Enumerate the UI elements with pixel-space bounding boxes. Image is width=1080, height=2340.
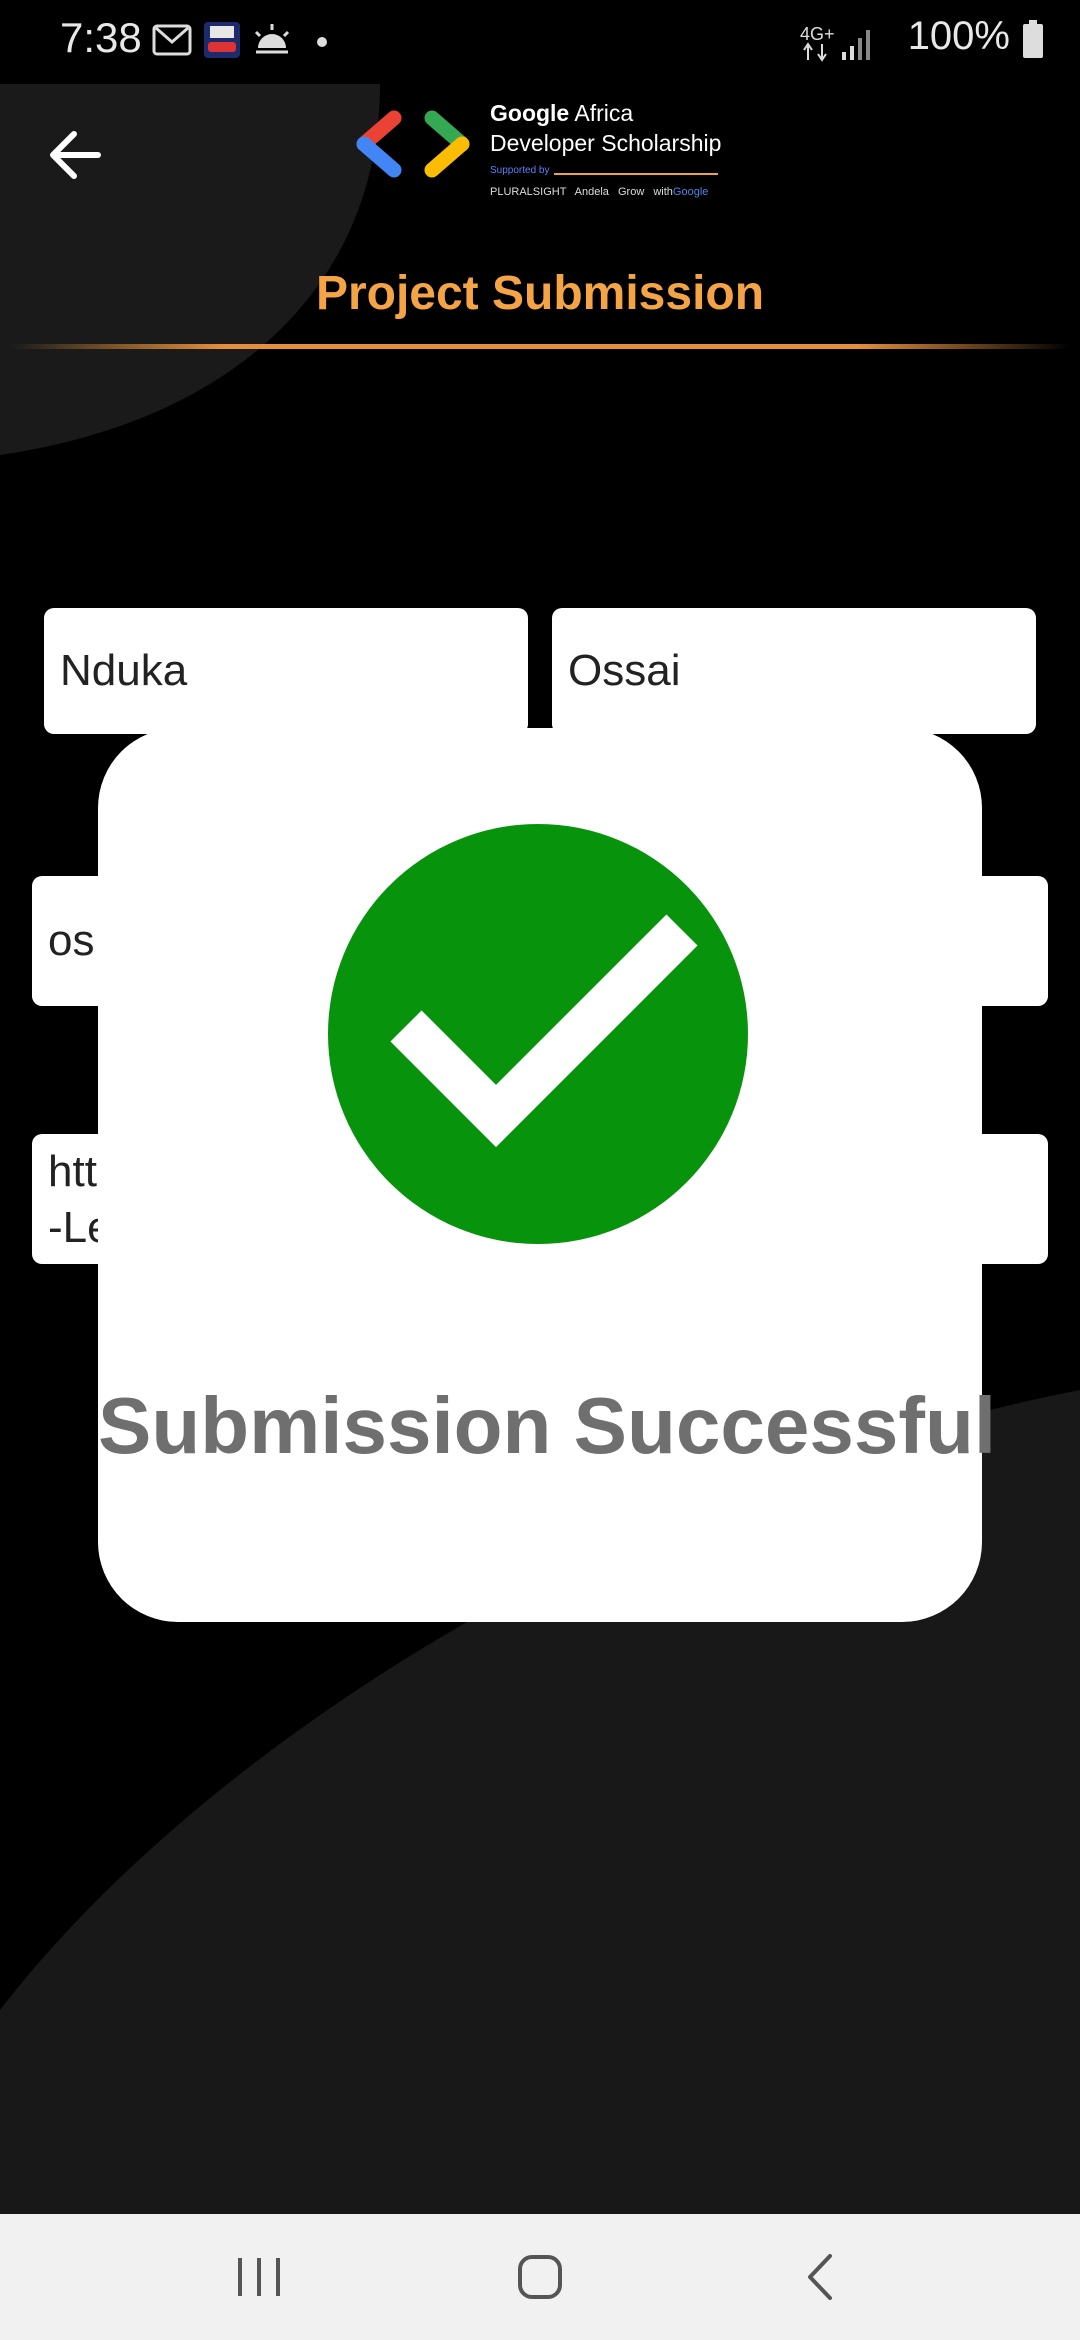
cell-signal-icon bbox=[842, 30, 870, 60]
notification-icons bbox=[152, 22, 327, 58]
success-dialog: Submission Successful bbox=[98, 728, 997, 1622]
status-time: 7:38 bbox=[60, 14, 142, 61]
logo-partners: PLURALSIGHT Andela Grow withGoogle bbox=[490, 186, 709, 198]
code-brackets-logo-icon bbox=[356, 110, 470, 178]
page-title: Project Submission bbox=[315, 267, 765, 320]
gads-logo: Google Africa Developer Scholarship Supp… bbox=[356, 100, 736, 210]
logo-title: Google Africa bbox=[490, 100, 634, 126]
logo-subtitle: Developer Scholarship bbox=[490, 130, 722, 156]
system-nav-bar bbox=[0, 2214, 1080, 2340]
back-arrow-icon[interactable] bbox=[40, 120, 110, 190]
home-icon[interactable] bbox=[505, 2242, 575, 2312]
screen: 7:38 4G+ 100% Google Africa Developer Sc… bbox=[0, 0, 1080, 2340]
svg-text:4G+: 4G+ bbox=[800, 24, 835, 44]
more-notifications-dot bbox=[317, 37, 327, 47]
logo-supported-by: Supported by bbox=[490, 165, 550, 176]
success-check-icon bbox=[328, 824, 748, 1244]
battery-icon bbox=[1023, 20, 1043, 58]
battery-percent: 100% bbox=[907, 14, 1010, 58]
logo-rule bbox=[554, 173, 718, 175]
weather-icon bbox=[254, 24, 290, 54]
success-message: Submission Successful bbox=[98, 1381, 997, 1470]
title-divider bbox=[10, 344, 1070, 349]
first-name-field[interactable]: Nduka bbox=[44, 608, 528, 734]
recents-icon[interactable] bbox=[224, 2242, 294, 2312]
last-name-field[interactable]: Ossai bbox=[552, 608, 1036, 734]
nav-back-icon[interactable] bbox=[786, 2242, 856, 2312]
app-notification-icon bbox=[204, 22, 240, 58]
status-bar: 7:38 4G+ 100% bbox=[0, 0, 1080, 84]
gmail-icon bbox=[152, 24, 192, 56]
